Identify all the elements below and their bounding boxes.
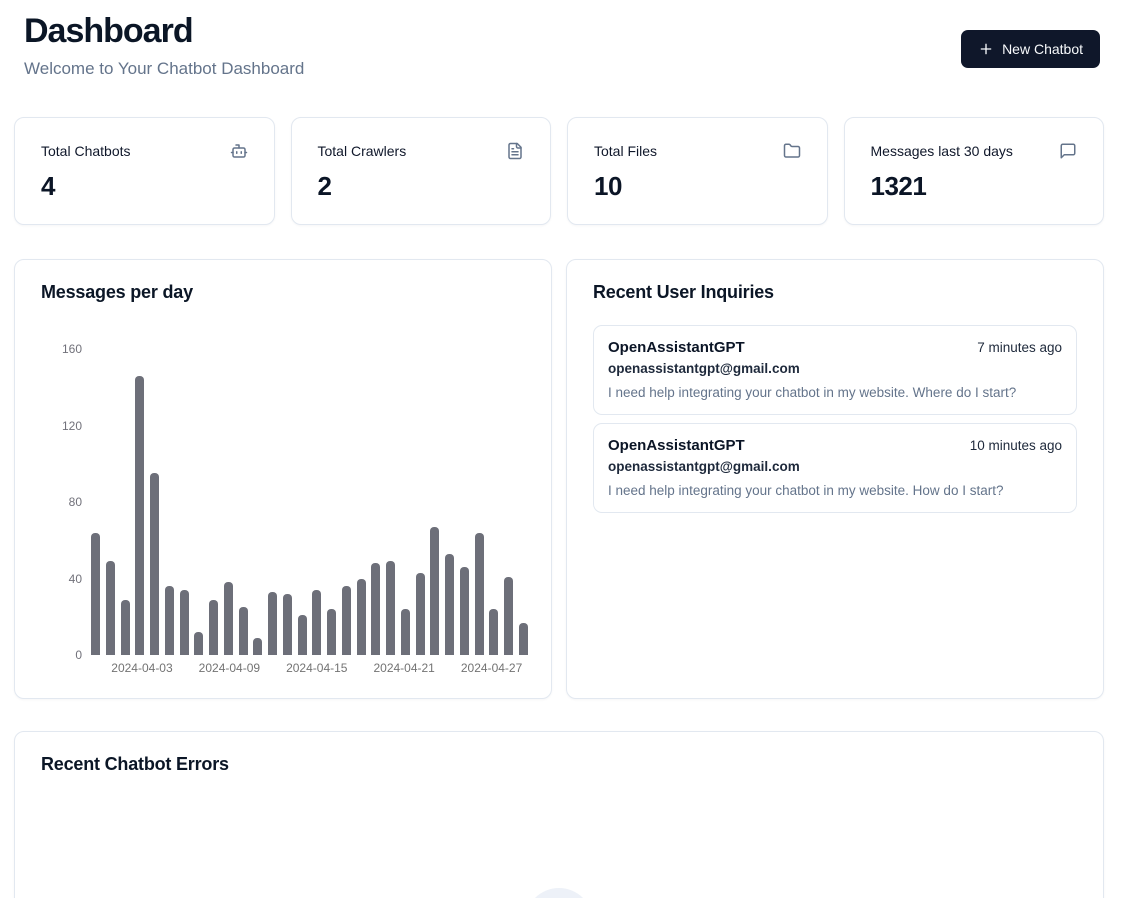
chart-bar [165, 586, 174, 655]
stat-label: Messages last 30 days [871, 143, 1013, 159]
stat-label: Total Chatbots [41, 143, 131, 159]
chart-bar [91, 533, 100, 655]
stat-label: Total Files [594, 143, 657, 159]
page-subtitle: Welcome to Your Chatbot Dashboard [24, 59, 304, 79]
chart-bar [489, 609, 498, 655]
stat-card-header: Total Files [594, 142, 801, 160]
recent-user-inquiries-card: Recent User Inquiries OpenAssistantGPT 7… [566, 259, 1104, 699]
stat-value: 10 [594, 171, 801, 202]
x-axis-tick-label: 2024-04-27 [461, 662, 522, 674]
inquiry-user-email: openassistantgpt@gmail.com [608, 459, 1062, 474]
chart-bar [253, 638, 262, 655]
chart-bar [416, 573, 425, 655]
stat-value: 1321 [871, 171, 1078, 202]
messages-per-day-title: Messages per day [41, 282, 525, 303]
message-square-icon [1059, 142, 1077, 160]
x-axis-tick-label: 2024-04-21 [373, 662, 434, 674]
stat-label: Total Crawlers [318, 143, 407, 159]
recent-user-inquiries-title: Recent User Inquiries [593, 282, 1077, 303]
x-axis-tick-label: 2024-04-03 [111, 662, 172, 674]
file-text-icon [506, 142, 524, 160]
page-header: Dashboard Welcome to Your Chatbot Dashbo… [24, 12, 1100, 79]
recent-chatbot-errors-title: Recent Chatbot Errors [41, 754, 1077, 775]
stat-value: 4 [41, 171, 248, 202]
messages-per-day-card: Messages per day 040801201602024-04-0320… [14, 259, 552, 699]
empty-state-circle [525, 888, 593, 898]
chart-bar [106, 561, 115, 655]
chart-bar [371, 563, 380, 655]
chart-bar [180, 590, 189, 655]
chart-bar [504, 577, 513, 655]
stat-value: 2 [318, 171, 525, 202]
chart-bar [386, 561, 395, 655]
inquiry-user-name: OpenAssistantGPT [608, 437, 745, 454]
inquiry-timestamp: 7 minutes ago [977, 340, 1062, 355]
new-chatbot-button[interactable]: New Chatbot [961, 30, 1100, 68]
x-axis-tick-label: 2024-04-15 [286, 662, 347, 674]
dashboard-page: Dashboard Welcome to Your Chatbot Dashbo… [0, 12, 1124, 898]
chart-bar [121, 600, 130, 655]
chart-bar [519, 623, 528, 656]
chart-bar [327, 609, 336, 655]
y-axis-tick-label: 0 [75, 649, 82, 661]
inquiry-item-header: OpenAssistantGPT 10 minutes ago [608, 437, 1062, 454]
stat-card-total-crawlers: Total Crawlers 2 [291, 117, 552, 225]
inquiry-item[interactable]: OpenAssistantGPT 10 minutes ago openassi… [593, 423, 1077, 513]
chart-bar [268, 592, 277, 655]
stat-card-header: Total Crawlers [318, 142, 525, 160]
plus-icon [978, 41, 994, 57]
page-title: Dashboard [24, 12, 304, 51]
y-axis-tick-label: 80 [69, 496, 82, 508]
y-axis-tick-label: 120 [62, 420, 82, 432]
y-axis-tick-label: 160 [62, 343, 82, 355]
chart-bar [283, 594, 292, 655]
bot-icon [230, 142, 248, 160]
chart-bar [224, 582, 233, 655]
inquiry-user-name: OpenAssistantGPT [608, 339, 745, 356]
chart-bar [357, 579, 366, 656]
chart-bar [460, 567, 469, 655]
new-chatbot-button-label: New Chatbot [1002, 41, 1083, 57]
stat-card-total-chatbots: Total Chatbots 4 [14, 117, 275, 225]
messages-per-day-chart: 040801201602024-04-032024-04-092024-04-1… [91, 349, 528, 655]
inquiry-message: I need help integrating your chatbot in … [608, 483, 1062, 498]
chart-bar [239, 607, 248, 655]
recent-chatbot-errors-card: Recent Chatbot Errors [14, 731, 1104, 898]
chart-bar [445, 554, 454, 655]
inquiry-list: OpenAssistantGPT 7 minutes ago openassis… [593, 325, 1077, 513]
stats-row: Total Chatbots 4 Total Crawlers 2 Total … [14, 117, 1104, 225]
chart-bar [135, 376, 144, 655]
stat-card-total-files: Total Files 10 [567, 117, 828, 225]
inquiry-timestamp: 10 minutes ago [970, 438, 1062, 453]
inquiry-user-email: openassistantgpt@gmail.com [608, 361, 1062, 376]
chart-bar [298, 615, 307, 655]
x-axis-tick-label: 2024-04-09 [199, 662, 260, 674]
middle-row: Messages per day 040801201602024-04-0320… [14, 259, 1104, 699]
page-header-text: Dashboard Welcome to Your Chatbot Dashbo… [24, 12, 304, 79]
folder-icon [783, 142, 801, 160]
stat-card-header: Messages last 30 days [871, 142, 1078, 160]
chart-bar [342, 586, 351, 655]
chart-bar [209, 600, 218, 655]
stat-card-header: Total Chatbots [41, 142, 248, 160]
chart-bar [401, 609, 410, 655]
chart-bar [430, 527, 439, 655]
stat-card-messages-30-days: Messages last 30 days 1321 [844, 117, 1105, 225]
chart-bar [475, 533, 484, 655]
inquiry-item-header: OpenAssistantGPT 7 minutes ago [608, 339, 1062, 356]
inquiry-item[interactable]: OpenAssistantGPT 7 minutes ago openassis… [593, 325, 1077, 415]
chart-bar [312, 590, 321, 655]
chart-bar [150, 473, 159, 655]
chart-bar [194, 632, 203, 655]
y-axis-tick-label: 40 [69, 573, 82, 585]
inquiry-message: I need help integrating your chatbot in … [608, 385, 1062, 400]
